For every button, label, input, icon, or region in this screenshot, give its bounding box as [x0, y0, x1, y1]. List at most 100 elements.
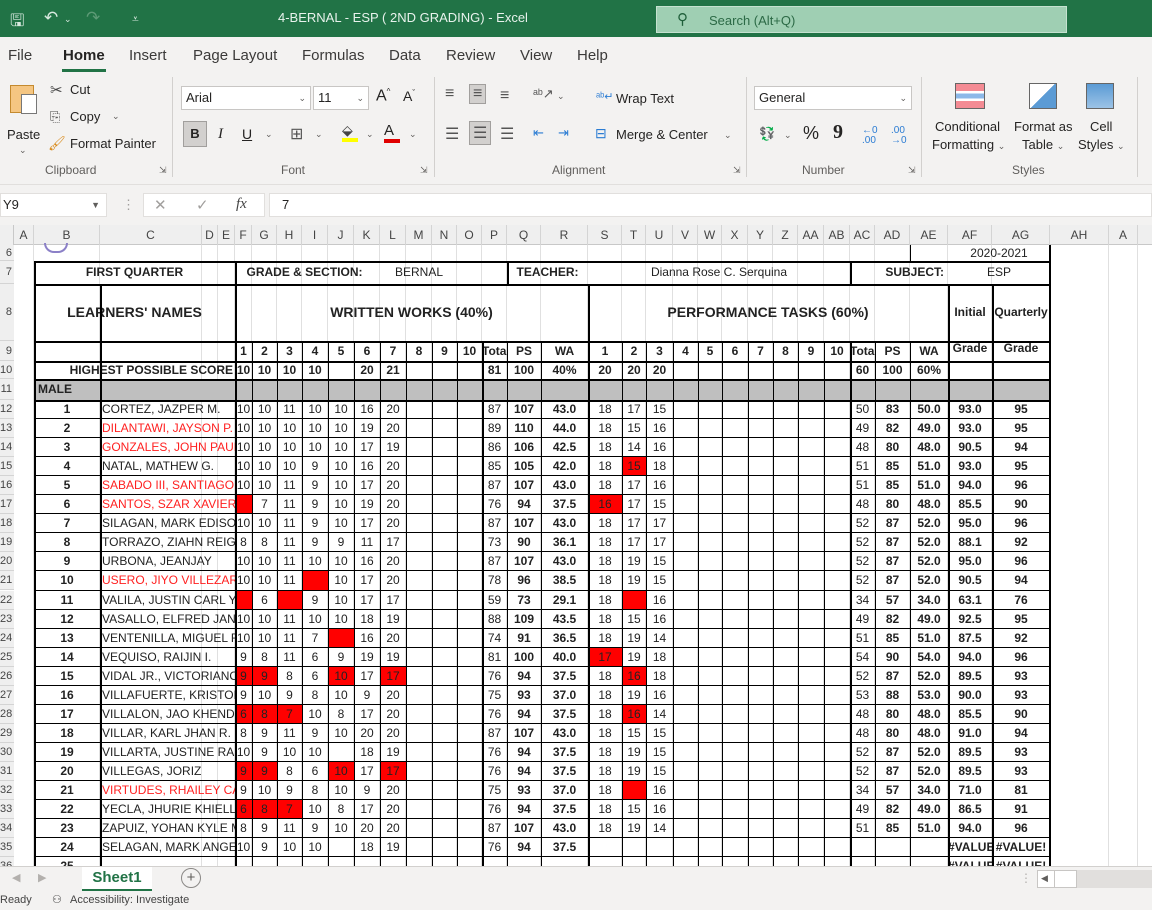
column-header[interactable]: K: [354, 225, 380, 245]
quarterly-grade[interactable]: 94: [992, 724, 1050, 743]
ww-score[interactable]: 7: [302, 629, 328, 648]
copy-dropdown-icon[interactable]: ⌄: [112, 111, 120, 122]
alignment-launcher-icon[interactable]: ⇲: [733, 165, 741, 176]
ww-score[interactable]: 11: [277, 724, 302, 743]
ww-score[interactable]: 16: [354, 400, 380, 419]
pt-ps[interactable]: 87: [875, 762, 910, 781]
hps-ww-score[interactable]: 21: [380, 361, 406, 379]
row-header[interactable]: 14: [0, 438, 14, 458]
learner-number[interactable]: 17: [34, 705, 100, 724]
initial-grade[interactable]: 95.0: [948, 552, 992, 571]
ww-score[interactable]: 8: [277, 667, 302, 686]
learner-name[interactable]: VIRTUDES, RHAILEY CARL P.: [100, 781, 235, 800]
row-header[interactable]: 25: [0, 647, 14, 667]
ww-ps[interactable]: 107: [507, 724, 541, 743]
ww-column-number[interactable]: 7: [380, 341, 406, 361]
pt-score[interactable]: 18: [588, 457, 622, 476]
column-header[interactable]: X: [722, 225, 748, 245]
learner-name[interactable]: CORTEZ, JAZPER M.: [100, 400, 235, 419]
ww-wa[interactable]: 42.5: [541, 438, 588, 457]
pt-total[interactable]: 51: [850, 457, 875, 476]
pt-ps[interactable]: 80: [875, 705, 910, 724]
quarterly-grade[interactable]: 96: [992, 514, 1050, 533]
hps-pt-ps[interactable]: 100: [875, 361, 910, 379]
column-header[interactable]: S: [588, 225, 622, 245]
quarterly-grade-header[interactable]: Quarterly: [992, 284, 1050, 341]
quarterly-grade[interactable]: 93: [992, 743, 1050, 762]
ww-score[interactable]: 11: [277, 571, 302, 590]
pt-total[interactable]: [850, 838, 875, 857]
learner-name[interactable]: [100, 857, 235, 866]
learner-number[interactable]: 16: [34, 686, 100, 705]
learner-name[interactable]: VILLARTA, JUSTINE RAIN G.: [100, 743, 235, 762]
ww-ps[interactable]: [507, 857, 541, 866]
ww-score[interactable]: 9: [252, 762, 277, 781]
ww-score[interactable]: 9: [252, 743, 277, 762]
pt-ps[interactable]: 87: [875, 571, 910, 590]
pt-score[interactable]: 16: [622, 705, 646, 724]
tab-help[interactable]: Help: [577, 47, 608, 64]
initial-grade[interactable]: 87.5: [948, 629, 992, 648]
scroll-left-icon[interactable]: ◀: [1041, 873, 1048, 884]
ww-total[interactable]: 76: [482, 743, 507, 762]
pt-wa[interactable]: 48.0: [910, 495, 948, 514]
paste-dropdown-icon[interactable]: ⌄: [19, 145, 27, 156]
decrease-decimal-icon[interactable]: .00 →0: [891, 126, 907, 146]
ww-wa[interactable]: 37.5: [541, 743, 588, 762]
ww-column-number[interactable]: 9: [432, 341, 457, 361]
pt-score[interactable]: 18: [588, 419, 622, 438]
ww-score[interactable]: 18: [354, 838, 380, 857]
pt-column-number[interactable]: 9: [798, 341, 824, 361]
ww-ps[interactable]: 107: [507, 476, 541, 495]
ww-score[interactable]: 8: [328, 800, 354, 819]
ww-wa[interactable]: 43.0: [541, 476, 588, 495]
quarterly-grade[interactable]: 94: [992, 571, 1050, 590]
ww-score[interactable]: 17: [354, 800, 380, 819]
ww-score[interactable]: 10: [277, 457, 302, 476]
ww-score[interactable]: 11: [277, 648, 302, 667]
tab-insert[interactable]: Insert: [129, 47, 167, 64]
column-header[interactable]: D: [202, 225, 218, 245]
ww-ps[interactable]: 94: [507, 762, 541, 781]
ww-score[interactable]: 20: [354, 819, 380, 838]
pt-score[interactable]: 17: [646, 533, 673, 552]
initial-grade[interactable]: 90.5: [948, 438, 992, 457]
pt-ps[interactable]: 83: [875, 400, 910, 419]
ww-ps[interactable]: 73: [507, 591, 541, 610]
pt-score[interactable]: 15: [646, 571, 673, 590]
ww-score[interactable]: 10: [235, 514, 252, 533]
ww-score[interactable]: 9: [302, 476, 328, 495]
ww-score[interactable]: [328, 743, 354, 762]
underline-dropdown-icon[interactable]: ⌄: [265, 129, 273, 140]
ww-score[interactable]: 11: [277, 533, 302, 552]
pt-column-number[interactable]: 6: [722, 341, 748, 361]
ww-ps[interactable]: 91: [507, 629, 541, 648]
ww-score[interactable]: 9: [277, 781, 302, 800]
ww-wa[interactable]: 29.1: [541, 591, 588, 610]
increase-indent-icon[interactable]: ⇥: [558, 125, 569, 141]
pt-total[interactable]: 50: [850, 400, 875, 419]
ww-score[interactable]: 10: [328, 762, 354, 781]
hps-pt-score[interactable]: [673, 361, 698, 379]
ww-score[interactable]: 10: [328, 781, 354, 800]
initial-grade[interactable]: 94.0: [948, 476, 992, 495]
ww-wa[interactable]: 36.5: [541, 629, 588, 648]
ww-score[interactable]: 10: [252, 610, 277, 629]
pt-score[interactable]: 19: [622, 762, 646, 781]
pt-column-number[interactable]: 10: [824, 341, 850, 361]
row-header[interactable]: 24: [0, 628, 14, 648]
quarter-label[interactable]: FIRST QUARTER: [34, 261, 235, 284]
learner-number[interactable]: 23: [34, 819, 100, 838]
column-header[interactable]: T: [622, 225, 646, 245]
ww-score[interactable]: 20: [380, 552, 406, 571]
learner-name[interactable]: VILLAR, KARL JHAN R.: [100, 724, 235, 743]
ww-score[interactable]: 11: [277, 610, 302, 629]
initial-grade[interactable]: 89.5: [948, 762, 992, 781]
pt-total[interactable]: 52: [850, 533, 875, 552]
pt-total[interactable]: 48: [850, 724, 875, 743]
ww-score[interactable]: [328, 629, 354, 648]
learner-name[interactable]: SELAGAN, MARK ANGELO (modular): [100, 838, 235, 857]
pt-column-number[interactable]: 7: [748, 341, 773, 361]
number-format-select[interactable]: General ⌄: [754, 86, 912, 110]
orientation-dropdown-icon[interactable]: ⌄: [557, 91, 565, 102]
